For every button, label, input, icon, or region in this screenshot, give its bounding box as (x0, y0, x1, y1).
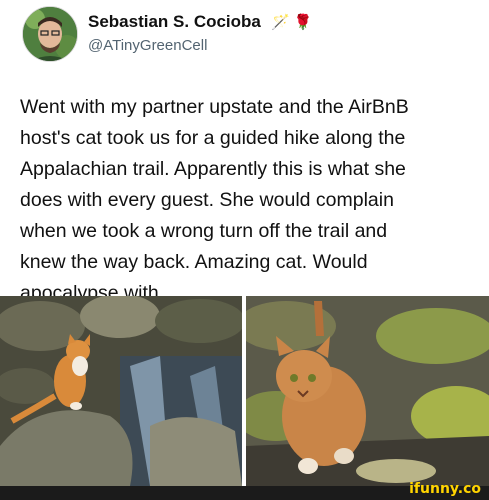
ifunny-watermark: ifunny.co (409, 481, 481, 497)
cat-walking-photo[interactable] (246, 296, 489, 486)
cat-walking-image (246, 296, 489, 486)
rose-icon: 🌹 (293, 14, 313, 31)
name-badges: 🪄 🌹 (267, 14, 313, 31)
tweet-header: Sebastian S. Cocioba 🪄 🌹 @ATinyGreenCell (16, 6, 476, 64)
author-name-text: Sebastian S. Cocioba (88, 12, 261, 31)
tweet-text: Went with my partner upstate and the Air… (20, 96, 409, 304)
cat-on-rock-photo[interactable] (0, 296, 242, 486)
cat-on-rock-image (0, 296, 242, 486)
media-grid (0, 296, 489, 486)
magic-wand-icon: 🪄 (271, 14, 290, 31)
author-name[interactable]: Sebastian S. Cocioba 🪄 🌹 (88, 12, 313, 32)
author-handle[interactable]: @ATinyGreenCell (88, 37, 207, 54)
avatar-image (23, 7, 77, 61)
watermark-bar: ifunny.co (0, 481, 489, 500)
avatar[interactable] (22, 6, 78, 62)
